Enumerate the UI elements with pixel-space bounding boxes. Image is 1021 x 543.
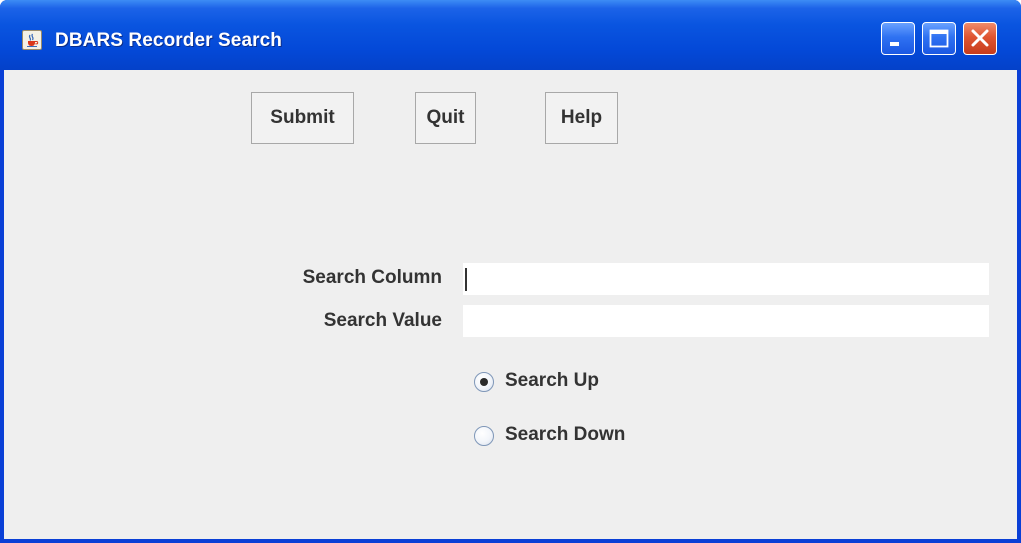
maximize-icon [929, 29, 949, 48]
minimize-icon [890, 42, 899, 46]
minimize-button[interactable] [881, 22, 915, 55]
radio-dot [480, 378, 488, 386]
search-value-label: Search Value [323, 310, 442, 331]
search-value-input[interactable] [463, 305, 989, 337]
java-cup-icon[interactable] [22, 30, 42, 50]
client-area: Submit Quit Help Search Column Search Va… [4, 70, 1017, 539]
search-down-label[interactable]: Search Down [505, 424, 625, 446]
maximize-button[interactable] [922, 22, 956, 55]
title-bar[interactable]: DBARS Recorder Search [0, 0, 1021, 70]
search-column-input[interactable] [463, 263, 989, 295]
quit-button[interactable]: Quit [415, 92, 476, 144]
close-icon [971, 29, 989, 47]
close-button[interactable] [963, 22, 997, 55]
radio-button-unselected[interactable] [474, 426, 494, 446]
submit-button[interactable]: Submit [251, 92, 354, 144]
help-button[interactable]: Help [545, 92, 618, 144]
radio-button-selected[interactable] [474, 372, 494, 392]
search-up-label[interactable]: Search Up [505, 370, 599, 392]
search-column-label: Search Column [302, 267, 442, 288]
app-window: DBARS Recorder Search Submit Quit Help S… [0, 0, 1021, 543]
text-caret [465, 268, 467, 291]
window-title: DBARS Recorder Search [55, 30, 283, 51]
